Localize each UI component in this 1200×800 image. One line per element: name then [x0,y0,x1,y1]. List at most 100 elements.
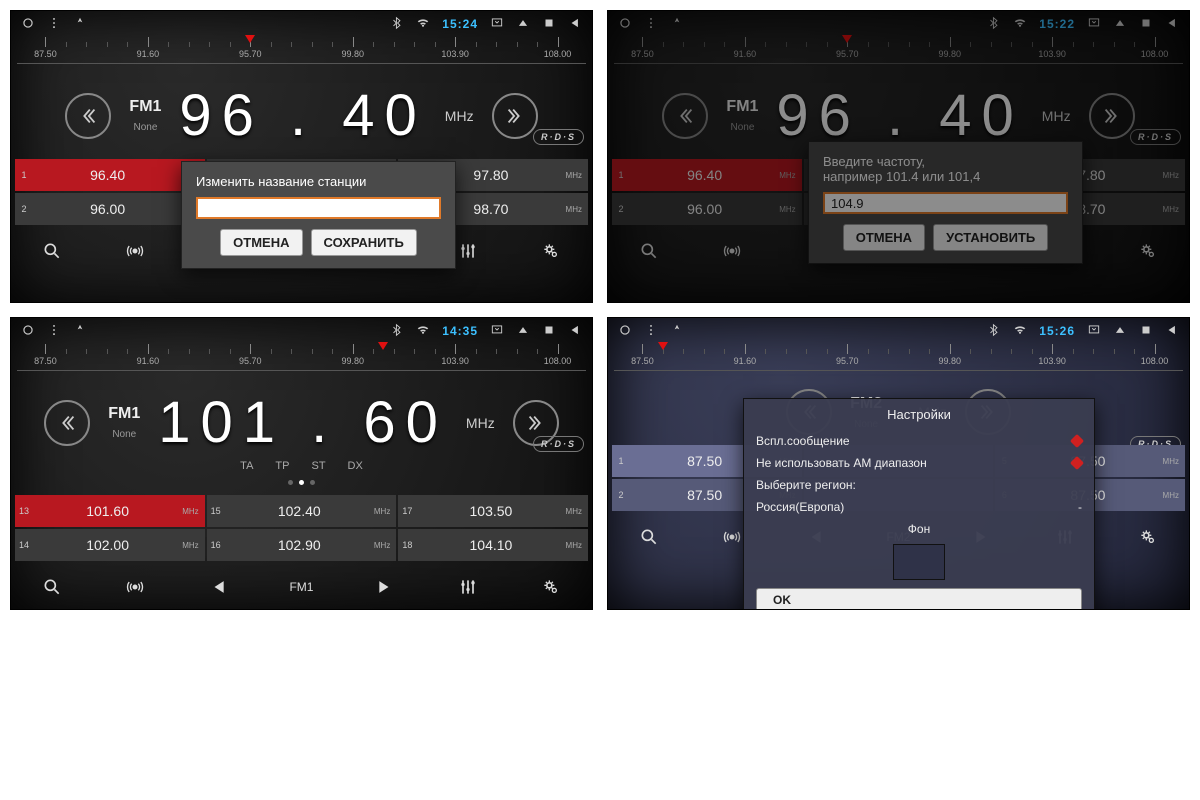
eject-icon[interactable] [1113,16,1127,33]
cancel-button[interactable]: ОТМЕНА [220,229,302,256]
seek-down-button[interactable] [44,400,90,446]
seek-up-button[interactable] [1089,93,1135,139]
preset-unit: MHz [779,171,801,180]
circle-icon[interactable] [21,16,35,33]
scan-button[interactable] [722,241,742,261]
preset-slot[interactable]: 15102.40MHz [207,495,397,527]
more-icon[interactable] [644,16,658,33]
preset-slot[interactable]: 296.00MHz [612,193,802,225]
preset-index: 18 [398,540,416,550]
preset-index: 16 [207,540,225,550]
search-button[interactable] [42,241,62,261]
seek-down-button[interactable] [65,93,111,139]
background-swatch[interactable] [893,544,945,580]
circle-icon[interactable] [618,323,632,340]
seek-up-button[interactable] [492,93,538,139]
circle-icon[interactable] [21,323,35,340]
setting-region-select[interactable]: Россия(Европа)- [756,496,1082,518]
preset-index: 2 [612,204,630,214]
cast-icon[interactable] [1087,323,1101,340]
frequency-ruler[interactable]: 87.5091.6095.7099.80103.90108.00 [614,37,1183,64]
ruler-label: 108.00 [1141,49,1169,59]
preset-unit: MHz [374,541,396,550]
frequency-ruler[interactable]: 87.5091.6095.7099.80103.90108.00 [17,344,586,371]
rds-badge[interactable]: R·D·S [1130,129,1181,145]
more-icon[interactable] [47,323,61,340]
tuning-marker[interactable] [245,35,255,43]
frequency-display: 96 . 40 [776,82,1023,149]
eject-icon[interactable] [516,16,530,33]
setting-no-am-toggle[interactable]: Не использовать АМ диапазон [756,452,1082,474]
cast-icon[interactable] [1087,16,1101,33]
scan-button[interactable] [722,527,742,547]
back-icon[interactable] [568,323,582,340]
preset-slot[interactable]: 18104.10MHz [398,529,588,561]
compass-icon[interactable] [670,16,684,33]
settings-button[interactable] [541,577,561,597]
rds-badge[interactable]: R·D·S [533,436,584,452]
equalizer-button[interactable] [458,241,478,261]
preset-slot[interactable]: 14102.00MHz [15,529,205,561]
page-dots[interactable] [11,480,592,485]
setting-region-label: Выберите регион: [756,474,1082,496]
seek-down-button[interactable] [662,93,708,139]
equalizer-button[interactable] [458,577,478,597]
more-icon[interactable] [47,16,61,33]
rds-badge[interactable]: R·D·S [533,129,584,145]
frequency-ruler[interactable]: 87.5091.6095.7099.80103.90108.00 [614,344,1183,371]
preset-index: 15 [207,506,225,516]
next-button[interactable] [376,577,396,597]
scan-button[interactable] [125,577,145,597]
settings-button[interactable] [541,241,561,261]
compass-icon[interactable] [73,16,87,33]
back-icon[interactable] [568,16,582,33]
status-bar: 15:24 [11,11,592,37]
search-button[interactable] [639,241,659,261]
preset-slot[interactable]: 296.00MHz [15,193,205,225]
stop-icon[interactable] [542,16,556,33]
back-icon[interactable] [1165,16,1179,33]
preset-slot[interactable]: 13101.60MHz [15,495,205,527]
preset-slot[interactable]: 17103.50MHz [398,495,588,527]
cast-icon[interactable] [490,16,504,33]
settings-button[interactable] [1138,527,1158,547]
radio-panel-3: 14:3587.5091.6095.7099.80103.90108.00FM1… [10,317,593,610]
compass-icon[interactable] [73,323,87,340]
setting-background-label: Фон [756,518,1082,540]
ok-button[interactable]: OK [756,588,1082,610]
settings-dialog: НастройкиВспл.сообщениеНе использовать А… [743,398,1095,610]
prev-button[interactable] [207,577,227,597]
tuning-marker[interactable] [842,35,852,43]
confirm-button[interactable]: СОХРАНИТЬ [311,229,417,256]
stop-icon[interactable] [1139,16,1153,33]
more-icon[interactable] [644,323,658,340]
dialog-input[interactable] [196,197,441,219]
cast-icon[interactable] [490,323,504,340]
preset-unit: MHz [779,205,801,214]
stop-icon[interactable] [542,323,556,340]
scan-button[interactable] [125,241,145,261]
search-button[interactable] [639,527,659,547]
search-button[interactable] [42,577,62,597]
setting-popup-toggle[interactable]: Вспл.сообщение [756,430,1082,452]
tuning-marker[interactable] [378,342,388,350]
preset-slot[interactable]: 16102.90MHz [207,529,397,561]
confirm-button[interactable]: УСТАНОВИТЬ [933,224,1048,251]
compass-icon[interactable] [670,323,684,340]
station-name: None [730,122,754,133]
settings-button[interactable] [1138,241,1158,261]
circle-icon[interactable] [618,16,632,33]
cancel-button[interactable]: ОТМЕНА [843,224,925,251]
band-button[interactable]: FM1 [289,580,313,594]
dialog-input[interactable] [823,192,1068,214]
preset-slot[interactable]: 196.40MHz [612,159,802,191]
frequency-ruler[interactable]: 87.5091.6095.7099.80103.90108.00 [17,37,586,64]
eject-icon[interactable] [516,323,530,340]
preset-frequency: 102.40 [225,503,374,519]
back-icon[interactable] [1165,323,1179,340]
eject-icon[interactable] [1113,323,1127,340]
tuning-marker[interactable] [658,342,668,350]
stop-icon[interactable] [1139,323,1153,340]
preset-unit: MHz [182,507,204,516]
preset-slot[interactable]: 196.40MHz [15,159,205,191]
